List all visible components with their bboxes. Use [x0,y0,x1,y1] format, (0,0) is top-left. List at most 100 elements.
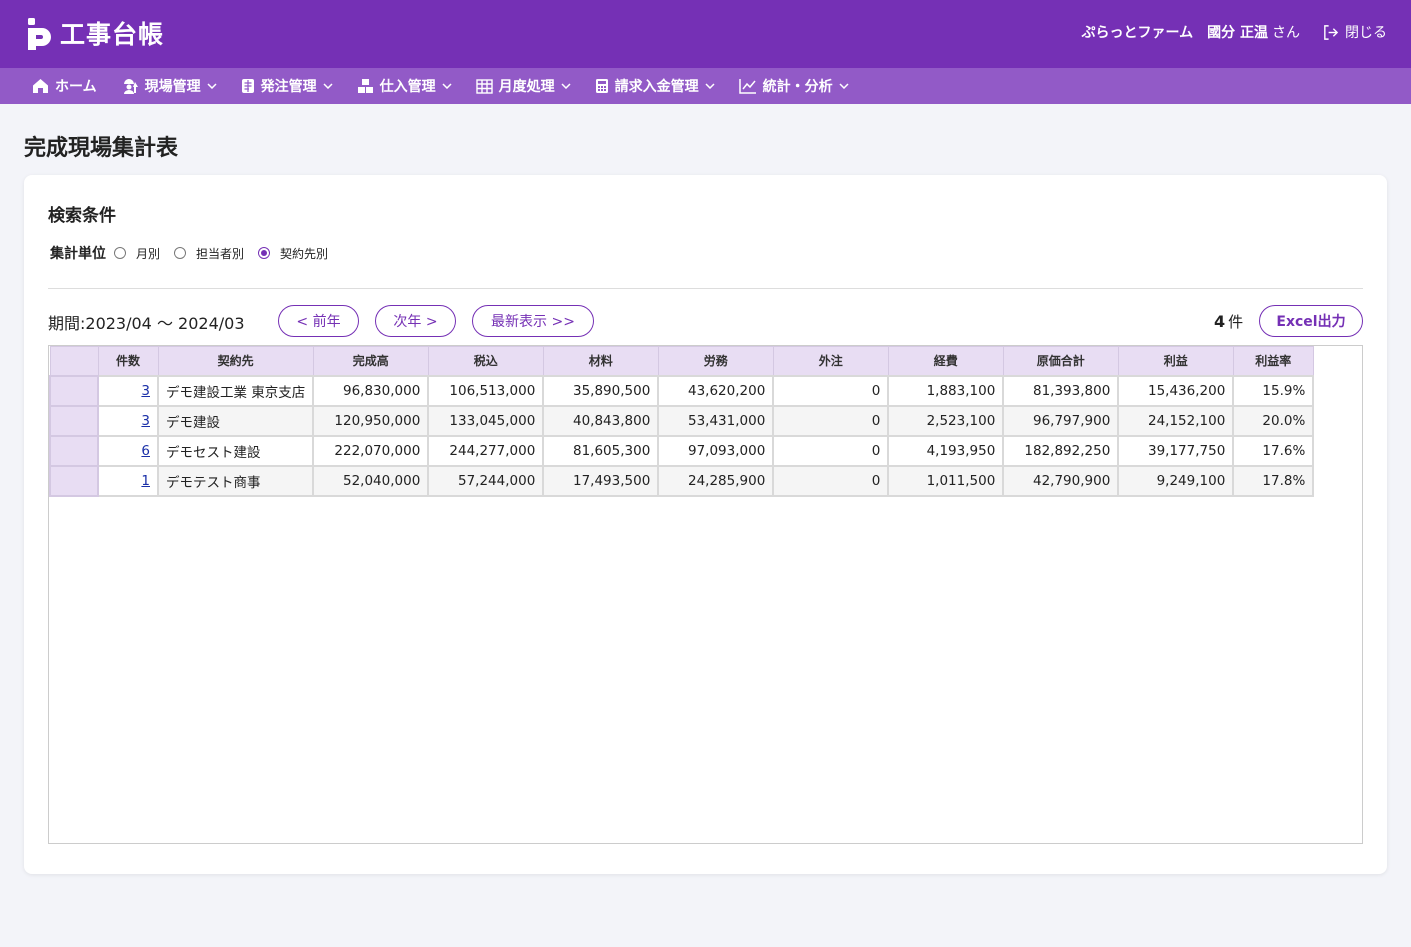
nav-item-home[interactable]: ホーム [32,76,97,96]
table-cell: 1,883,100 [887,374,1005,407]
table-cell: 15,436,200 [1117,374,1235,407]
prev-year-button[interactable]: < 前年 [278,305,359,337]
column-header-rownum [49,346,99,376]
column-header[interactable]: 利益 [1117,346,1234,376]
nav-item-order-management[interactable]: 発注管理 [241,76,333,96]
column-header[interactable]: 経費 [887,346,1004,376]
chevron-down-icon [561,83,571,89]
table-cell: 182,892,250 [1002,434,1120,467]
logout-icon [1324,24,1339,40]
nav-label-billing-management: 請求入金管理 [614,79,699,95]
nav-item-billing-management[interactable]: 請求入金管理 [595,76,715,96]
table-cell: 2,523,100 [887,404,1005,437]
table-cell: 35,890,500 [542,374,660,407]
count-link[interactable]: 6 [141,443,150,459]
radio-circle[interactable] [174,247,187,259]
table-cell: 96,830,000 [312,374,430,407]
table-header-row: 件数 契約先 完成高 税込 材料 労務 外注 経費 原価合計 利益 利益率 [49,346,1314,376]
chart-line-icon [738,79,756,94]
search-card: 検索条件 集計単位 月別 担当者別 契約先別 期間:2023/04 ～ 2024… [24,175,1387,874]
excel-export-button[interactable]: Excel出力 [1259,305,1363,337]
column-header[interactable]: 労務 [657,346,774,376]
table-cell: 81,605,300 [542,434,660,467]
nav-label-site-management: 現場管理 [144,79,201,95]
app-title: 工事台帳 [60,20,165,49]
count-cell: 3 [97,404,159,437]
results-table-container[interactable]: 件数 契約先 完成高 税込 材料 労務 外注 経費 原価合計 利益 利益率 3 [48,345,1363,844]
boxes-icon [357,79,373,93]
radio-circle-selected[interactable] [258,247,271,259]
count-link[interactable]: 1 [141,473,150,489]
column-header[interactable]: 税込 [427,346,544,376]
table-cell: 96,797,900 [1002,404,1120,437]
nav-item-site-management[interactable]: 現場管理 [121,76,217,96]
row-header[interactable] [49,404,99,437]
radio-label-by-contractor: 契約先別 [280,246,329,261]
table-row[interactable]: 3 デモ建設 120,950,000 133,045,000 40,843,80… [49,404,1315,437]
aggregation-unit-row: 集計単位 月別 担当者別 契約先別 [50,243,342,263]
contractor-cell: デモテスト商事 [156,464,315,497]
result-count-unit: 件 [1228,313,1244,331]
calendar-icon [475,79,493,94]
latest-display-button[interactable]: 最新表示 >> [472,305,594,337]
table-cell: 0 [772,404,890,437]
radio-circle[interactable] [114,247,126,259]
table-cell: 52,040,000 [312,464,430,497]
contractor-cell: デモセスト建設 [156,434,315,467]
column-header[interactable]: 材料 [542,346,659,376]
table-cell: 17.6% [1232,434,1315,467]
table-cell: 40,843,800 [542,404,660,437]
calculator-icon [595,79,608,93]
table-cell: 15.9% [1232,374,1315,407]
table-cell: 39,177,750 [1117,434,1235,467]
chevron-down-icon [839,83,849,89]
radio-label-monthly: 月別 [136,246,161,261]
close-button[interactable]: 閉じる [1322,22,1387,42]
radio-by-contractor[interactable]: 契約先別 [258,245,328,262]
column-header[interactable]: 完成高 [312,346,429,376]
count-link[interactable]: 3 [141,413,150,429]
table-cell: 4,193,950 [887,434,1005,467]
result-count: 4件 [1214,311,1243,332]
nav-label-monthly-processing: 月度処理 [498,79,555,95]
main-nav: ホーム 現場管理 発注管理 仕入管理 月度処理 請求入金管理 統計・分析 [0,68,1411,104]
nav-item-monthly-processing[interactable]: 月度処理 [475,76,571,96]
app-logo[interactable]: 工事台帳 [26,15,164,51]
radio-label-by-person: 担当者別 [196,246,245,261]
table-cell: 24,285,900 [657,464,775,497]
row-header[interactable] [49,434,99,467]
app-header: 工事台帳 ぷらっとファーム 國分 正温 さん 閉じる [0,0,1411,68]
table-cell: 1,011,500 [887,464,1005,497]
count-link[interactable]: 3 [141,383,150,399]
table-cell: 9,249,100 [1117,464,1235,497]
count-cell: 3 [97,374,159,407]
page-title: 完成現場集計表 [24,136,179,161]
column-header[interactable]: 外注 [772,346,889,376]
results-table: 件数 契約先 完成高 税込 材料 労務 外注 経費 原価合計 利益 利益率 3 [49,346,1315,497]
next-year-button[interactable]: 次年 > [375,305,456,337]
table-cell: 57,244,000 [427,464,545,497]
column-header[interactable]: 件数 [97,346,159,376]
contractor-cell: デモ建設 [156,404,315,437]
table-row[interactable]: 6 デモセスト建設 222,070,000 244,277,000 81,605… [49,434,1315,467]
close-label: 閉じる [1345,25,1387,41]
table-cell: 17,493,500 [542,464,660,497]
nav-label-purchase-management: 仕入管理 [379,79,436,95]
nav-item-statistics[interactable]: 統計・分析 [738,76,849,96]
row-header[interactable] [49,374,99,407]
radio-monthly[interactable]: 月別 [114,245,160,262]
column-header[interactable]: 原価合計 [1002,346,1119,376]
row-header[interactable] [49,464,99,497]
table-cell: 0 [772,374,890,407]
table-cell: 42,790,900 [1002,464,1120,497]
count-cell: 1 [97,464,159,497]
column-header[interactable]: 契約先 [157,346,314,376]
nav-label-order-management: 発注管理 [260,79,317,95]
table-cell: 244,277,000 [427,434,545,467]
table-row[interactable]: 1 デモテスト商事 52,040,000 57,244,000 17,493,5… [49,464,1315,497]
user-name: 國分 正温 [1207,25,1268,41]
nav-item-purchase-management[interactable]: 仕入管理 [357,76,452,96]
radio-by-person[interactable]: 担当者別 [174,245,244,262]
column-header[interactable]: 利益率 [1232,346,1314,376]
table-row[interactable]: 3 デモ建設工業 東京支店 96,830,000 106,513,000 35,… [49,374,1315,407]
